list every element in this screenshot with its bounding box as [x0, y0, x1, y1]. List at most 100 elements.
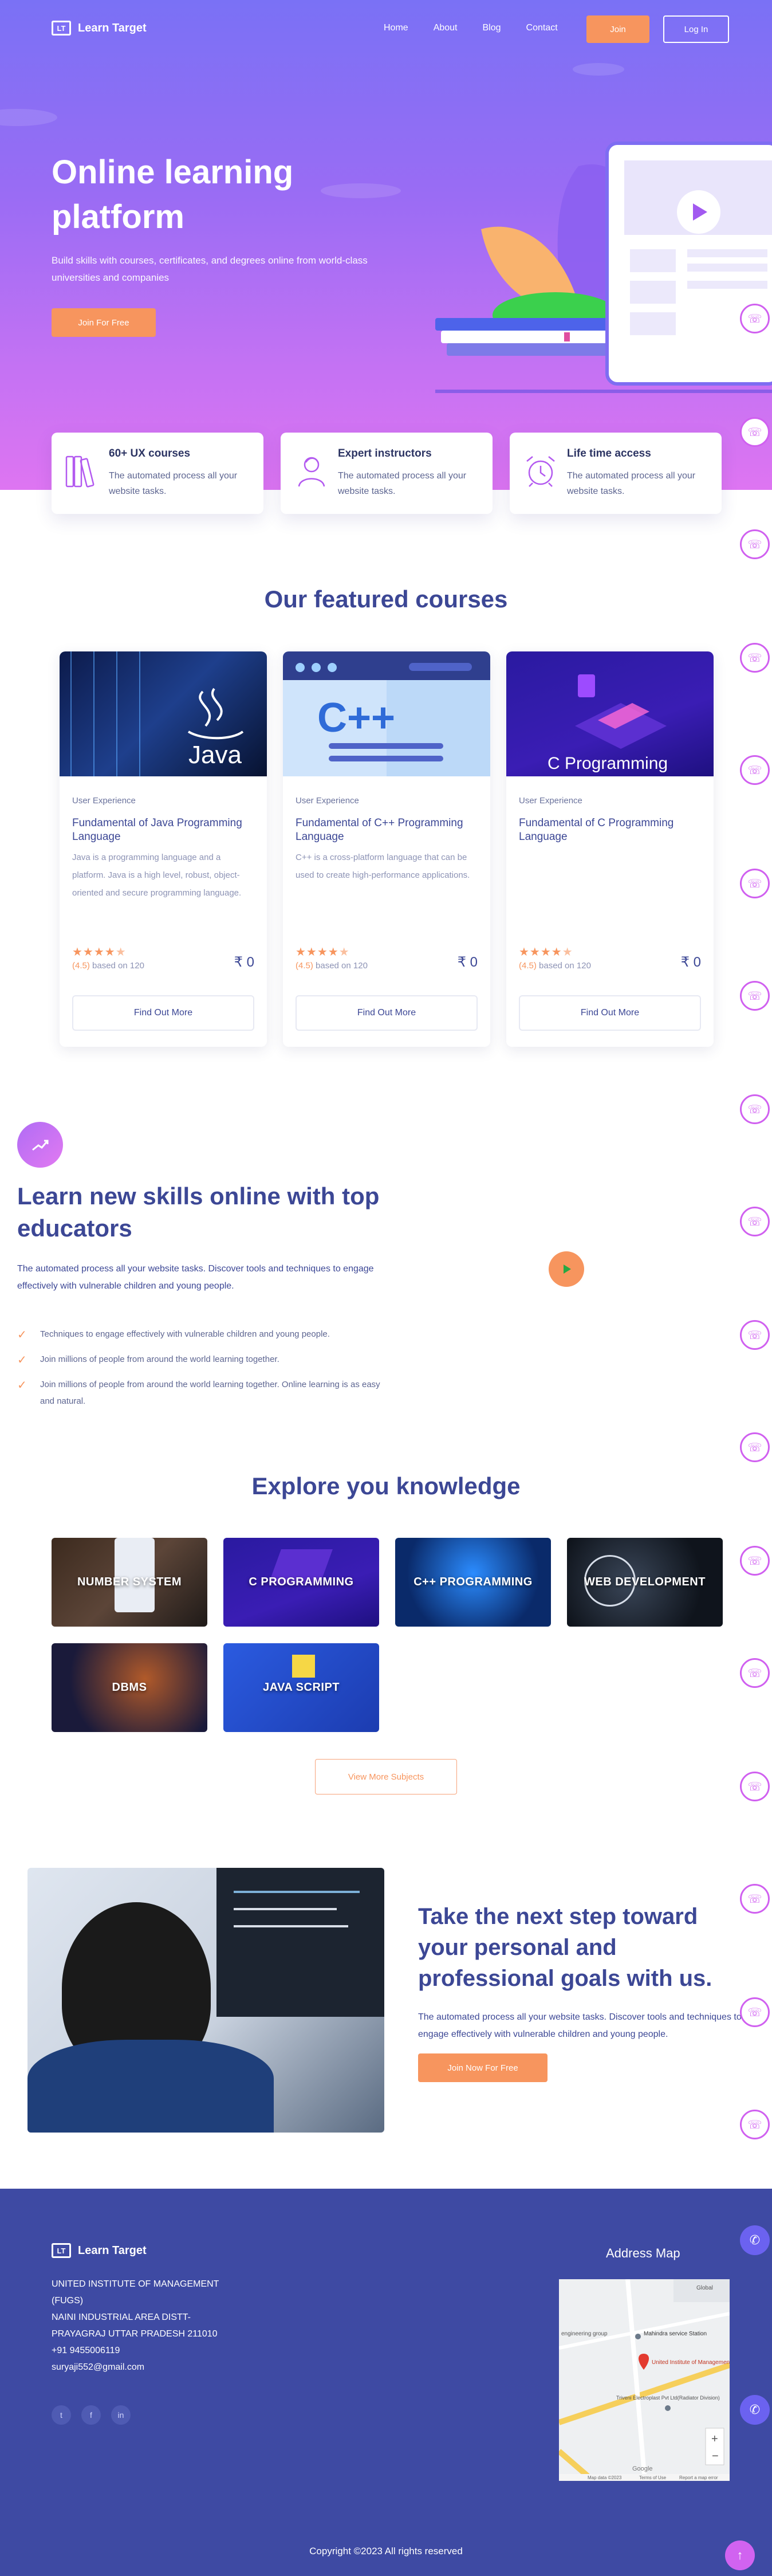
map-label: Triveni Electroplast Pvt Ltd(Radiator Di…: [616, 2395, 720, 2401]
footer-address: UNITED INSTITUTE OF MANAGEMENT (FUGS) NA…: [52, 2276, 241, 2375]
learn-point: ✓ Join millions of people from around the…: [17, 1351, 384, 1368]
whatsapp-icon[interactable]: ☏: [740, 1772, 770, 1801]
feature-title: Expert instructors: [338, 447, 432, 460]
scroll-to-top-button[interactable]: ↑: [725, 2540, 755, 2570]
address-line: UNITED INSTITUTE OF MANAGEMENT (FUGS): [52, 2279, 219, 2306]
feature-title: Life time access: [567, 447, 651, 460]
whatsapp-icon[interactable]: ☏: [740, 1207, 770, 1236]
map-footer-text: Report a map error: [679, 2475, 718, 2480]
nav-contact[interactable]: Contact: [526, 23, 558, 33]
subject-tile-c-programming[interactable]: C PROGRAMMING: [223, 1538, 379, 1627]
site-logo[interactable]: LT Learn Target: [52, 21, 147, 36]
linkedin-icon[interactable]: in: [111, 2405, 131, 2425]
course-image-java: Java: [60, 651, 267, 776]
play-icon: [564, 1265, 571, 1274]
subject-tile-number-system[interactable]: NUMBER SYSTEM: [52, 1538, 207, 1627]
join-now-button[interactable]: Join Now For Free: [418, 2053, 548, 2082]
whatsapp-icon[interactable]: ☏: [740, 981, 770, 1011]
learn-point: ✓ Join millions of people from around the…: [17, 1376, 384, 1409]
course-desc: Java is a programming language and a pla…: [72, 853, 242, 898]
whatsapp-icon[interactable]: ☏: [740, 1997, 770, 2027]
feature-desc: The automated process all your website t…: [338, 471, 467, 496]
feature-desc: The automated process all your website t…: [109, 471, 238, 496]
course-name[interactable]: Fundamental of C++ Programming Language: [296, 816, 479, 844]
subject-label: JAVA SCRIPT: [262, 1681, 340, 1694]
find-out-more-button[interactable]: Find Out More: [296, 995, 478, 1031]
phone-icon[interactable]: ✆: [740, 2395, 770, 2425]
rating-value: (4.5): [296, 961, 313, 971]
whatsapp-icon[interactable]: ☏: [740, 529, 770, 559]
rating-stars: ★★★★★: [519, 946, 573, 959]
nav-home[interactable]: Home: [384, 23, 408, 33]
map-title: Address Map: [606, 2246, 680, 2260]
course-category: User Experience: [519, 796, 582, 806]
subject-label: NUMBER SYSTEM: [77, 1576, 182, 1588]
rating-count: based on 120: [316, 961, 368, 971]
login-button[interactable]: Log In: [663, 15, 729, 43]
rating-stars: ★★★★★: [296, 946, 350, 959]
learn-point: ✓ Techniques to engage effectively with v…: [17, 1326, 384, 1342]
footer-logo[interactable]: LT Learn Target: [52, 2243, 147, 2258]
trend-icon: [17, 1122, 63, 1168]
footer-logo-text: Learn Target: [78, 2244, 147, 2257]
map-label: engineering group: [561, 2331, 608, 2337]
whatsapp-icon[interactable]: ☏: [740, 304, 770, 333]
view-more-subjects-button[interactable]: View More Subjects: [315, 1759, 457, 1794]
course-name[interactable]: Fundamental of C Programming Language: [519, 816, 702, 844]
subject-tile-dbms[interactable]: DBMS: [52, 1643, 207, 1732]
whatsapp-icon[interactable]: ☏: [740, 2110, 770, 2139]
whatsapp-icon[interactable]: ☏: [740, 1658, 770, 1688]
logo-text: Learn Target: [78, 21, 147, 34]
whatsapp-icon[interactable]: ☏: [740, 643, 770, 673]
map-footer-text: Terms of Use: [639, 2475, 667, 2480]
join-free-button[interactable]: Join For Free: [52, 308, 156, 337]
map-label: Global: [696, 2285, 713, 2291]
whatsapp-icon[interactable]: ☏: [740, 1432, 770, 1462]
whatsapp-icon[interactable]: ☏: [740, 1094, 770, 1124]
address-map[interactable]: Global engineering group Mahindra servic…: [559, 2279, 730, 2481]
alarm-clock-icon: [526, 456, 555, 487]
feature-desc: The automated process all your website t…: [567, 471, 696, 496]
hero-subtitle: Build skills with courses, certificates,…: [52, 255, 368, 283]
student-headphones-image: [27, 1868, 384, 2133]
course-price: ₹ 0: [457, 955, 478, 970]
nav-about[interactable]: About: [434, 23, 458, 33]
course-image-c: C Programming: [506, 651, 714, 776]
join-button[interactable]: Join: [586, 15, 649, 43]
course-price: ₹ 0: [680, 955, 701, 970]
whatsapp-icon[interactable]: ☏: [740, 755, 770, 785]
find-out-more-button[interactable]: Find Out More: [519, 995, 701, 1031]
check-icon: ✓: [17, 1379, 27, 1392]
find-out-more-button[interactable]: Find Out More: [72, 995, 254, 1031]
learn-point-text: Techniques to engage effectively with vu…: [40, 1329, 330, 1339]
social-links: t f in: [52, 2405, 131, 2425]
hero-section: LT Learn Target Home About Blog Contact …: [0, 0, 772, 490]
email-address[interactable]: suryaji552@gmail.com: [52, 2359, 241, 2375]
facebook-icon[interactable]: f: [81, 2405, 101, 2425]
course-price: ₹ 0: [234, 955, 254, 970]
course-name[interactable]: Fundamental of Java Programming Language: [72, 816, 255, 844]
play-video-button[interactable]: [549, 1251, 584, 1287]
whatsapp-icon[interactable]: ☏: [740, 417, 770, 447]
course-category: User Experience: [72, 796, 136, 806]
subject-tile-web-development[interactable]: WEB DEVELOPMENT: [567, 1538, 723, 1627]
whatsapp-icon[interactable]: ☏: [740, 869, 770, 898]
phone-icon[interactable]: ✆: [740, 2225, 770, 2255]
whatsapp-icon[interactable]: ☏: [740, 1546, 770, 1576]
twitter-icon[interactable]: t: [52, 2405, 71, 2425]
phone-number[interactable]: +91 9455006119: [52, 2342, 241, 2359]
logo-mark: LT: [52, 21, 71, 36]
subject-label: DBMS: [112, 1681, 147, 1694]
check-icon: ✓: [17, 1329, 27, 1341]
whatsapp-icon[interactable]: ☏: [740, 1884, 770, 1914]
instructor-icon: [298, 457, 325, 487]
subject-tile-javascript[interactable]: JAVA SCRIPT: [223, 1643, 379, 1732]
map-label: Google: [632, 2465, 652, 2472]
explore-title: Explore you knowledge: [251, 1472, 521, 1499]
nav-blog[interactable]: Blog: [483, 23, 501, 33]
course-image-label: C Programming: [548, 754, 668, 773]
learn-title: Learn new skills online with top educato…: [17, 1183, 380, 1242]
whatsapp-icon[interactable]: ☏: [740, 1320, 770, 1350]
subject-tile-cpp-programming[interactable]: C++ PROGRAMMING: [395, 1538, 551, 1627]
hero-illustration: [435, 142, 772, 393]
